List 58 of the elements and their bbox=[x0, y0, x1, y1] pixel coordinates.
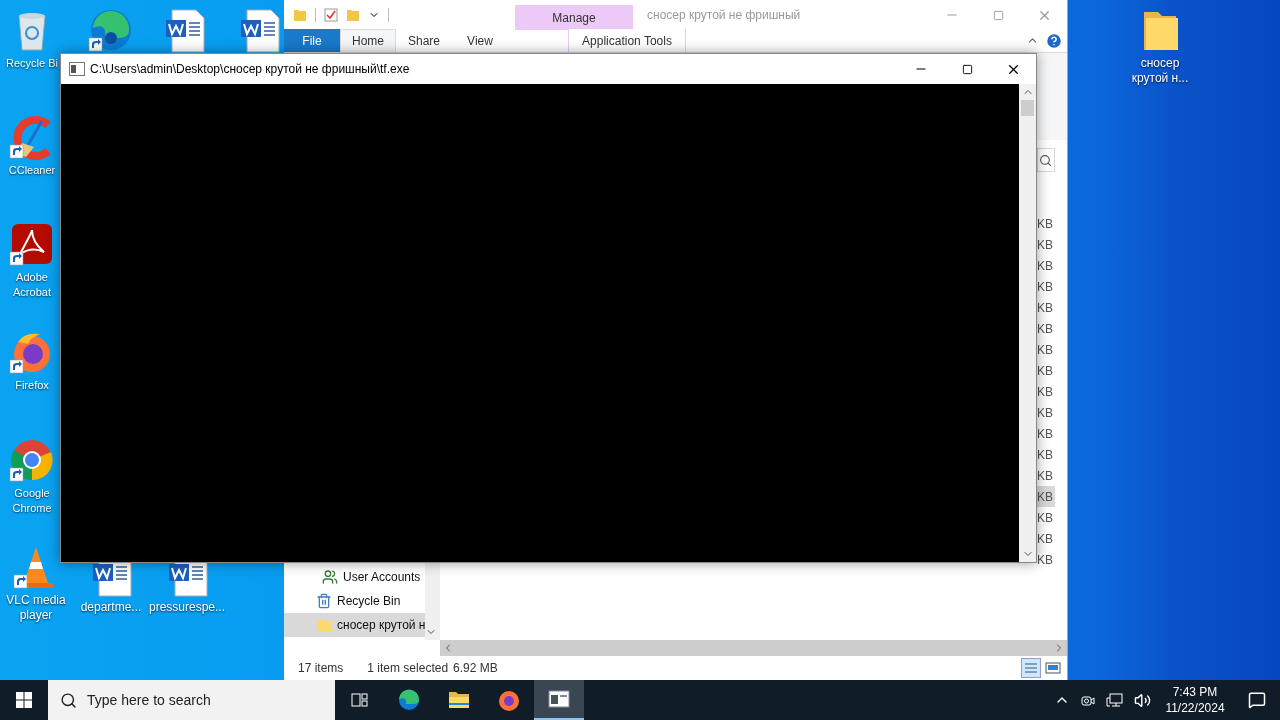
file-size-cell[interactable]: KB bbox=[1036, 402, 1055, 423]
ribbon-tab[interactable]: Application Tools bbox=[568, 29, 686, 52]
file-size-cell[interactable]: KB bbox=[1036, 465, 1055, 486]
scroll-thumb[interactable] bbox=[1021, 100, 1034, 116]
window-title: C:\Users\admin\Desktop\сносер крутой не фришный\tf.exe bbox=[90, 61, 410, 78]
nav-item[interactable]: Recycle Bin bbox=[284, 589, 426, 613]
search-input[interactable]: Type here to search bbox=[87, 689, 268, 711]
search-icon bbox=[1039, 153, 1052, 167]
context-tab-header: Manage bbox=[515, 5, 633, 30]
firefox-icon bbox=[497, 688, 521, 712]
file-size-cell[interactable]: KB bbox=[1036, 528, 1055, 549]
status-text: 1 item selected bbox=[367, 660, 449, 677]
clock[interactable]: 7:43 PM 11/22/2024 bbox=[1162, 684, 1228, 716]
search-field[interactable] bbox=[1037, 148, 1055, 172]
folder-icon bbox=[316, 617, 332, 633]
search-bar[interactable]: Type here to search bbox=[48, 680, 335, 720]
file-size-cell[interactable]: KB bbox=[1036, 339, 1055, 360]
ribbon-tab[interactable]: View bbox=[452, 29, 508, 52]
users-icon bbox=[322, 569, 338, 585]
properties-icon[interactable] bbox=[324, 8, 338, 22]
notifications-icon[interactable] bbox=[1248, 691, 1266, 709]
file-size-cell[interactable]: KB bbox=[1036, 234, 1055, 255]
windows-logo-icon bbox=[16, 692, 32, 708]
ribbon-tab[interactable]: Share bbox=[396, 29, 452, 52]
file-size-cell[interactable]: KB bbox=[1036, 213, 1055, 234]
nav-item[interactable]: User Accounts bbox=[284, 565, 426, 589]
file-size-cell[interactable]: KB bbox=[1036, 255, 1055, 276]
help-icon[interactable] bbox=[1045, 32, 1063, 50]
vertical-scrollbar[interactable] bbox=[1019, 84, 1036, 562]
folder-icon bbox=[293, 8, 307, 22]
nav-item[interactable]: сносер крутой н bbox=[284, 613, 426, 637]
edge-icon bbox=[397, 688, 421, 712]
status-text: 17 items bbox=[298, 660, 344, 677]
file-size-cell[interactable]: KB bbox=[1036, 549, 1055, 570]
console-icon bbox=[69, 62, 85, 76]
file-size-cell[interactable]: KB bbox=[1036, 444, 1055, 465]
file-size-cell[interactable]: KB bbox=[1036, 318, 1055, 339]
file-size-cell[interactable]: KB bbox=[1036, 297, 1055, 318]
volume-icon[interactable] bbox=[1134, 691, 1151, 709]
maximize-icon bbox=[992, 9, 1004, 21]
console-icon bbox=[547, 687, 571, 711]
file-size-cell[interactable]: KB bbox=[1036, 360, 1055, 381]
network-icon[interactable] bbox=[1106, 692, 1124, 708]
file-size-cell[interactable]: KB bbox=[1036, 381, 1055, 402]
file-size-cell[interactable]: KB bbox=[1036, 276, 1055, 297]
taskbar-app-button[interactable] bbox=[534, 680, 584, 720]
ribbon-tab[interactable]: File bbox=[284, 29, 340, 52]
horizontal-scrollbar[interactable] bbox=[440, 640, 1067, 656]
status-text: 6.92 MB bbox=[453, 660, 498, 677]
icon-label[interactable]: сносер крутой н... bbox=[1124, 56, 1196, 86]
ribbon-tab[interactable]: Home bbox=[340, 29, 396, 52]
file-size-cell[interactable]: KB bbox=[1036, 423, 1055, 444]
maximize-icon bbox=[961, 63, 973, 75]
search-icon bbox=[60, 691, 77, 709]
window-title: сносер крутой не фришный bbox=[647, 7, 801, 24]
task-view-icon bbox=[350, 691, 370, 709]
file-size-cell[interactable]: KB bbox=[1036, 507, 1055, 528]
recycle-bin-icon bbox=[316, 593, 332, 609]
